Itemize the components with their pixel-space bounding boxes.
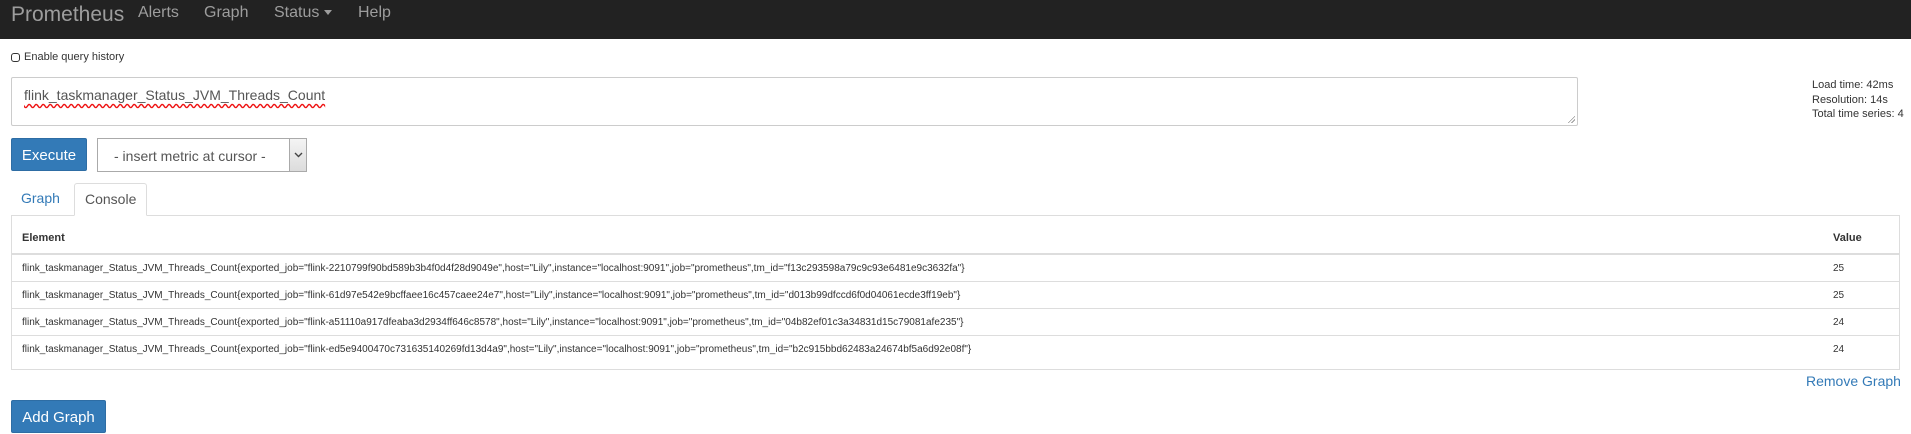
chevron-down-icon[interactable] — [289, 139, 306, 171]
nav-alerts[interactable]: Alerts — [138, 5, 179, 21]
results-table: Element Value flink_taskmanager_Status_J… — [12, 223, 1899, 362]
table-row: flink_taskmanager_Status_JVM_Threads_Cou… — [12, 254, 1899, 282]
resize-handle-icon[interactable] — [1567, 115, 1575, 123]
row-value: 25 — [1823, 281, 1899, 309]
tab-graph[interactable]: Graph — [11, 183, 70, 215]
row-element: flink_taskmanager_Status_JVM_Threads_Cou… — [12, 308, 1823, 336]
insert-metric-select[interactable]: - insert metric at cursor - — [97, 138, 307, 172]
caret-down-icon — [324, 10, 333, 16]
insert-metric-label: - insert metric at cursor - — [114, 148, 266, 164]
table-row: flink_taskmanager_Status_JVM_Threads_Cou… — [12, 308, 1899, 336]
table-row: flink_taskmanager_Status_JVM_Threads_Cou… — [12, 281, 1899, 309]
table-header-row: Element Value — [12, 223, 1899, 255]
resolution: Resolution: 14s — [1812, 93, 1888, 106]
tab-console[interactable]: Console — [74, 183, 148, 216]
column-header-value: Value — [1823, 223, 1899, 255]
nav-status[interactable]: Status — [274, 4, 333, 21]
row-element: flink_taskmanager_Status_JVM_Threads_Cou… — [12, 281, 1823, 309]
query-history-toggle[interactable]: Enable query history — [11, 51, 124, 63]
query-history-label: Enable query history — [24, 51, 125, 63]
row-element: flink_taskmanager_Status_JVM_Threads_Cou… — [22, 262, 965, 274]
row-element: flink_taskmanager_Status_JVM_Threads_Cou… — [12, 335, 1823, 362]
table-row: flink_taskmanager_Status_JVM_Threads_Cou… — [12, 335, 1899, 362]
load-time: Load time: 42ms — [1812, 79, 1894, 91]
total-time-series: Total time series: 4 — [1812, 108, 1904, 120]
brand-link[interactable]: Prometheus — [11, 4, 124, 26]
view-tabs: Graph Console — [11, 183, 1900, 216]
expression-text: flink_taskmanager_Status_JVM_Threads_Cou… — [24, 87, 326, 103]
execute-button[interactable]: Execute — [11, 138, 87, 171]
query-stats: Load time: 42ms Resolution: 14s Total ti… — [1812, 78, 1904, 122]
row-value: 25 — [1833, 262, 1845, 274]
column-header-element: Element — [12, 223, 1823, 255]
nav-graph[interactable]: Graph — [204, 5, 248, 21]
nav-help[interactable]: Help — [358, 5, 391, 21]
expression-input[interactable]: flink_taskmanager_Status_JVM_Threads_Cou… — [11, 77, 1578, 126]
row-value: 24 — [1823, 308, 1899, 336]
query-history-checkbox[interactable] — [11, 52, 20, 62]
console-panel: Element Value flink_taskmanager_Status_J… — [11, 216, 1900, 370]
top-navbar: Prometheus Alerts Graph Status Help — [0, 0, 1911, 39]
nav-status-label: Status — [274, 4, 320, 21]
add-graph-button[interactable]: Add Graph — [11, 400, 106, 433]
remove-graph-link[interactable]: Remove Graph — [1806, 373, 1901, 389]
row-value: 24 — [1823, 335, 1899, 362]
